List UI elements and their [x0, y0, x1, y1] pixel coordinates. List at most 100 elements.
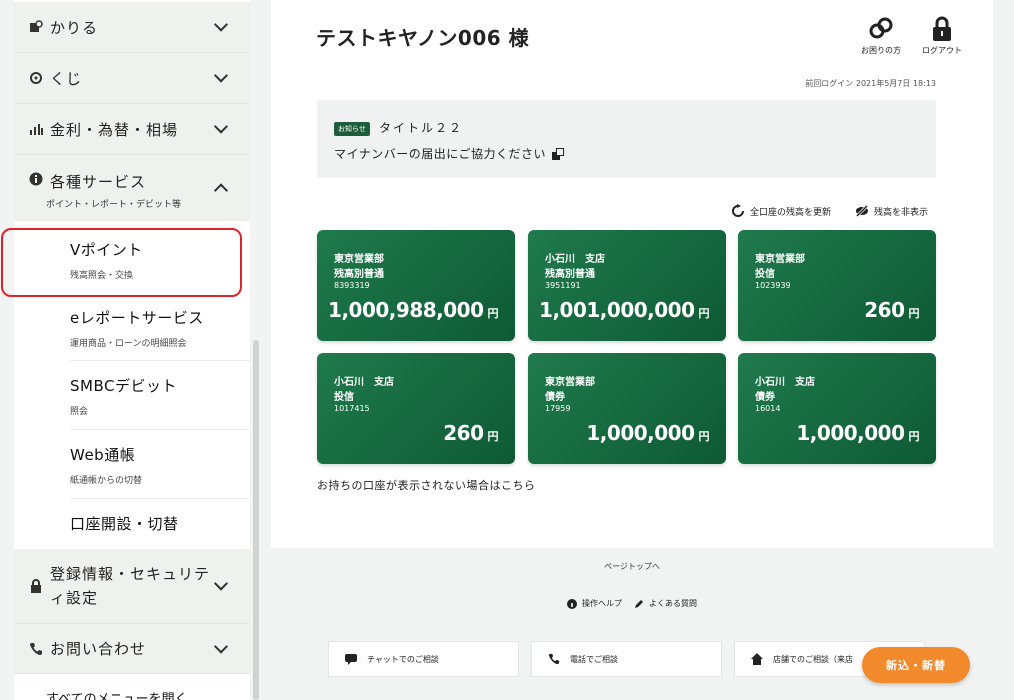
home-icon: [751, 653, 763, 665]
missing-account-link[interactable]: お持ちの口座が表示されない場合はこちら: [317, 477, 536, 493]
account-number: 8393319: [334, 281, 370, 290]
faq-link[interactable]: よくある質問: [634, 598, 697, 609]
notice-box[interactable]: お知らせ タイトル２２ マイナンバーの届出にご協力ください: [317, 100, 936, 178]
account-type: 投信: [334, 392, 354, 403]
currency-unit: 円: [908, 307, 920, 320]
help-label: お困りの方: [861, 46, 901, 55]
question-icon: [567, 598, 577, 609]
logout-label: ログアウト: [922, 46, 962, 55]
menu-contact[interactable]: お問い合わせ: [14, 624, 250, 673]
notice-badge: お知らせ: [334, 122, 370, 136]
chevron-down-icon: [213, 576, 229, 591]
borrow-icon: [28, 19, 44, 35]
sidebar-item-label: eレポートサービス: [70, 309, 204, 327]
sidebar-scrollbar[interactable]: [253, 340, 259, 700]
chat-consult-label: チャットでのご相談: [367, 654, 439, 664]
currency-unit: 円: [698, 430, 710, 443]
account-card[interactable]: 東京営業部 残高別普通 8393319 1,000,988,000 円: [317, 230, 515, 341]
sidebar-item-debit[interactable]: SMBCデビット 照会: [70, 361, 250, 430]
hide-balances-button[interactable]: 残高を非表示: [855, 204, 928, 218]
help-button[interactable]: お困りの方: [851, 16, 911, 56]
highlight-frame: [1, 228, 242, 297]
balance-amount: 1,000,000: [796, 421, 905, 445]
chevron-down-icon: [213, 638, 229, 654]
sidebar-item-web-passbook[interactable]: Web通帳 紙通帳からの切替: [70, 430, 250, 499]
lock-icon: [929, 16, 955, 42]
account-type: 残高別普通: [334, 269, 384, 280]
account-balance: 1,000,000 円: [586, 421, 709, 445]
account-balance: 1,000,988,000 円: [328, 298, 498, 322]
sidebar-item-label: 口座開設・切替: [70, 515, 179, 533]
menu-rates[interactable]: 金利・為替・相場: [14, 104, 250, 154]
sidebar-item-desc: 運用商品・ローンの明細照会: [70, 339, 187, 349]
balance-amount: 260: [443, 421, 484, 445]
account-balance: 1,001,000,000 円: [539, 298, 709, 322]
account-branch: 小石川 支店: [755, 377, 815, 388]
sidebar-item-desc: 照会: [70, 407, 89, 417]
chevron-up-icon: [213, 183, 229, 198]
chevron-down-icon: [213, 68, 229, 83]
currency-unit: 円: [908, 430, 920, 443]
sidebar-item-account-open[interactable]: 口座開設・切替: [70, 499, 250, 549]
divider: [14, 673, 250, 674]
menu-borrow[interactable]: かりる: [14, 2, 250, 52]
balance-amount: 1,001,000,000: [539, 298, 695, 322]
account-branch: 東京営業部: [334, 254, 384, 265]
refresh-balances-button[interactable]: 全口座の残高を更新: [731, 204, 831, 218]
hide-label: 残高を非表示: [874, 207, 929, 218]
refresh-icon: [731, 204, 745, 218]
balance-amount: 1,000,000: [586, 421, 695, 445]
phone-consult-button[interactable]: 電話でご相談: [531, 641, 722, 677]
last-login: 前回ログイン 2021年5月7日 18:13: [805, 79, 936, 88]
menu-services[interactable]: 各種サービス ポイント・レポート・デビット等: [14, 155, 250, 221]
main-content: テストキヤノン006 様 お困りの方 ログアウト 前回ログイン 2021年5月7…: [271, 0, 993, 548]
menu-lottery[interactable]: くじ: [14, 53, 250, 103]
menu-rates-label: 金利・為替・相場: [50, 120, 179, 139]
balance-amount: 260: [864, 298, 905, 322]
chat-consult-button[interactable]: チャットでのご相談: [328, 641, 519, 677]
phone-icon: [548, 653, 560, 665]
account-number: 3951191: [545, 281, 581, 290]
account-balance: 1,000,000 円: [796, 421, 919, 445]
phone-consult-label: 電話でご相談: [570, 654, 618, 664]
menu-borrow-label: かりる: [50, 18, 99, 37]
lottery-icon: [28, 70, 44, 86]
pencil-icon: [634, 599, 644, 609]
account-branch: 小石川 支店: [545, 254, 605, 265]
menu-contact-label: お問い合わせ: [50, 640, 147, 658]
account-card[interactable]: 小石川 支店 債券 16014 1,000,000 円: [738, 353, 936, 464]
operation-help-link[interactable]: 操作ヘルプ: [567, 598, 622, 609]
menu-services-sub: ポイント・レポート・デビット等: [46, 200, 182, 210]
page-top-link[interactable]: ページトップへ: [271, 561, 993, 572]
account-type: 残高別普通: [545, 269, 595, 280]
eye-slash-icon: [855, 204, 869, 218]
sidebar-item-label: Web通帳: [70, 446, 136, 464]
info-icon: [28, 171, 44, 187]
menu-security[interactable]: 登録情報・セキュリテ ィ設定: [14, 549, 250, 623]
account-card[interactable]: 東京営業部 投信 1023939 260 円: [738, 230, 936, 341]
notice-message[interactable]: マイナンバーの届出にご協力ください: [334, 145, 565, 162]
menu-services-label: 各種サービス: [50, 173, 147, 191]
logout-button[interactable]: ログアウト: [912, 16, 972, 56]
account-number: 1017415: [334, 404, 370, 413]
account-number: 16014: [755, 404, 781, 413]
account-branch: 小石川 支店: [334, 377, 394, 388]
external-link-icon: [552, 148, 565, 160]
menu-lottery-label: くじ: [50, 69, 83, 88]
account-card[interactable]: 小石川 支店 投信 1017415 260 円: [317, 353, 515, 464]
menu-security-label-line1: 登録情報・セキュリテ: [50, 565, 211, 583]
refresh-label: 全口座の残高を更新: [750, 207, 832, 218]
menu-security-label-line2: ィ設定: [50, 589, 99, 607]
account-type: 債券: [755, 392, 775, 403]
all-menu-link[interactable]: すべてのメニューを開く: [46, 688, 188, 700]
account-card[interactable]: 小石川 支店 残高別普通 3951191 1,001,000,000 円: [528, 230, 726, 341]
apply-floating-button[interactable]: 新込・新替: [862, 647, 970, 683]
sidebar-item-desc: 紙通帳からの切替: [70, 476, 143, 486]
faq-label: よくある質問: [649, 599, 697, 608]
help-icon: [868, 16, 894, 42]
sidebar: かりる くじ 金利・為替・相場 各種サービス ポイント・レポート・デビット等 V…: [14, 0, 250, 700]
menu-security-label: 登録情報・セキュリテ ィ設定: [50, 562, 210, 610]
account-card[interactable]: 東京営業部 債券 17959 1,000,000 円: [528, 353, 726, 464]
notice-title: タイトル２２: [379, 121, 464, 135]
sidebar-item-ereport[interactable]: eレポートサービス 運用商品・ローンの明細照会: [70, 293, 250, 361]
